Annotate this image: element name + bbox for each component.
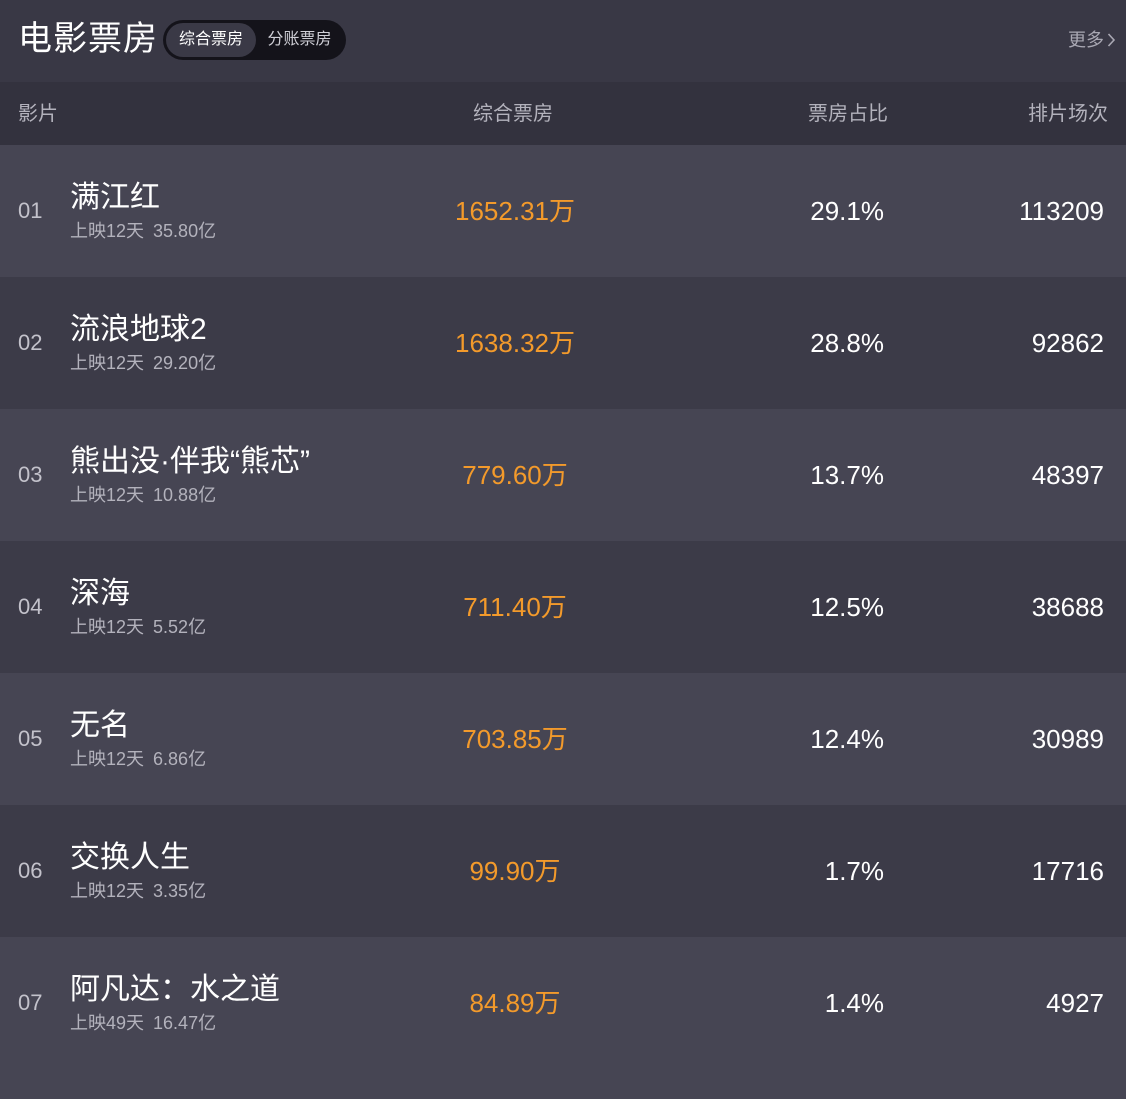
chevron-right-icon xyxy=(1107,33,1116,47)
total-box-office: 10.88亿 xyxy=(153,485,217,505)
rank-number: 02 xyxy=(18,330,43,355)
daily-box-office: 1638.32万 xyxy=(455,328,575,358)
movie-name: 流浪地球2 xyxy=(70,313,207,346)
total-box-office: 29.20亿 xyxy=(153,353,217,373)
table-row[interactable]: 05 无名 上映12天 6.86亿 703.85万 12.4% 30989 xyxy=(0,673,1126,805)
total-box-office: 6.86亿 xyxy=(153,749,207,769)
column-header-share: 票房占比 xyxy=(808,103,888,125)
table-row[interactable]: 03 熊出没·伴我“熊芯” 上映12天 10.88亿 779.60万 13.7% … xyxy=(0,409,1126,541)
table-row[interactable]: 07 阿凡达：水之道 上映49天 16.47亿 84.89万 1.4% 4927 xyxy=(0,937,1126,1069)
table-header: 影片 综合票房 票房占比 排片场次 xyxy=(0,82,1126,145)
daily-box-office: 99.90万 xyxy=(469,856,561,886)
table-row[interactable]: 01 满江红 上映12天 35.80亿 1652.31万 29.1% 113209 xyxy=(0,145,1126,277)
movie-name: 交换人生 xyxy=(70,841,190,874)
daily-box-office: 84.89万 xyxy=(469,988,561,1018)
movie-release-info: 上映12天 3.35亿 xyxy=(70,879,206,903)
movie-release-info: 上映12天 10.88亿 xyxy=(70,483,216,507)
box-office-share: 1.7% xyxy=(824,856,884,886)
rank-number: 01 xyxy=(18,198,43,223)
daily-box-office: 1652.31万 xyxy=(455,196,575,226)
movie-release-info: 上映49天 16.47亿 xyxy=(70,1011,216,1035)
movie-name: 阿凡达：水之道 xyxy=(70,973,280,1006)
column-header-film: 影片 xyxy=(18,103,58,125)
box-office-share: 29.1% xyxy=(810,196,884,226)
box-office-share: 1.4% xyxy=(824,988,884,1018)
daily-box-office: 703.85万 xyxy=(462,724,568,754)
tab-split-box-office[interactable]: 分账票房 xyxy=(256,23,343,57)
show-count: 113209 xyxy=(1019,196,1104,226)
show-count: 38688 xyxy=(1031,592,1104,622)
release-days: 上映12天 xyxy=(70,749,145,769)
next-row-partial xyxy=(0,1069,1126,1099)
box-office-type-switch: 综合票房 分账票房 xyxy=(163,20,346,60)
total-box-office: 5.52亿 xyxy=(153,617,207,637)
rank-number: 04 xyxy=(18,594,43,619)
more-label: 更多 xyxy=(1068,30,1104,50)
release-days: 上映12天 xyxy=(70,353,145,373)
rank-number: 03 xyxy=(18,462,43,487)
table-row[interactable]: 02 流浪地球2 上映12天 29.20亿 1638.32万 28.8% 9286… xyxy=(0,277,1126,409)
rank-number: 05 xyxy=(18,726,43,751)
show-count: 17716 xyxy=(1031,856,1104,886)
table-row[interactable]: 04 深海 上映12天 5.52亿 711.40万 12.5% 38688 xyxy=(0,541,1126,673)
show-count: 48397 xyxy=(1031,460,1104,490)
rank-number: 06 xyxy=(18,858,43,883)
total-box-office: 3.35亿 xyxy=(153,881,207,901)
box-office-share: 13.7% xyxy=(810,460,884,490)
page-title: 电影票房 xyxy=(18,20,158,58)
show-count: 92862 xyxy=(1031,328,1104,358)
movie-name: 熊出没·伴我“熊芯” xyxy=(70,445,310,478)
total-box-office: 16.47亿 xyxy=(153,1013,217,1033)
movie-name: 无名 xyxy=(70,709,130,742)
release-days: 上映12天 xyxy=(70,221,145,241)
box-office-share: 12.5% xyxy=(810,592,884,622)
movie-release-info: 上映12天 5.52亿 xyxy=(70,615,206,639)
box-office-share: 28.8% xyxy=(810,328,884,358)
show-count: 30989 xyxy=(1031,724,1104,754)
box-office-share: 12.4% xyxy=(810,724,884,754)
release-days: 上映12天 xyxy=(70,617,145,637)
table-row[interactable]: 06 交换人生 上映12天 3.35亿 99.90万 1.7% 17716 xyxy=(0,805,1126,937)
rank-number: 07 xyxy=(18,990,43,1015)
show-count: 4927 xyxy=(1046,988,1104,1018)
release-days: 上映49天 xyxy=(70,1013,145,1033)
top-bar: 电影票房 综合票房 分账票房 更多 xyxy=(0,0,1126,82)
movie-release-info: 上映12天 6.86亿 xyxy=(70,747,206,771)
column-header-box-office: 综合票房 xyxy=(473,103,553,125)
daily-box-office: 779.60万 xyxy=(462,460,568,490)
movie-name: 深海 xyxy=(70,577,130,610)
daily-box-office: 711.40万 xyxy=(463,592,567,622)
more-link[interactable]: 更多 xyxy=(1068,28,1116,52)
movie-release-info: 上映12天 29.20亿 xyxy=(70,351,216,375)
total-box-office: 35.80亿 xyxy=(153,221,217,241)
tab-combined-box-office[interactable]: 综合票房 xyxy=(166,23,256,57)
movie-name: 满江红 xyxy=(70,181,160,214)
column-header-shows: 排片场次 xyxy=(1028,103,1108,125)
movie-release-info: 上映12天 35.80亿 xyxy=(70,219,216,243)
release-days: 上映12天 xyxy=(70,881,145,901)
release-days: 上映12天 xyxy=(70,485,145,505)
